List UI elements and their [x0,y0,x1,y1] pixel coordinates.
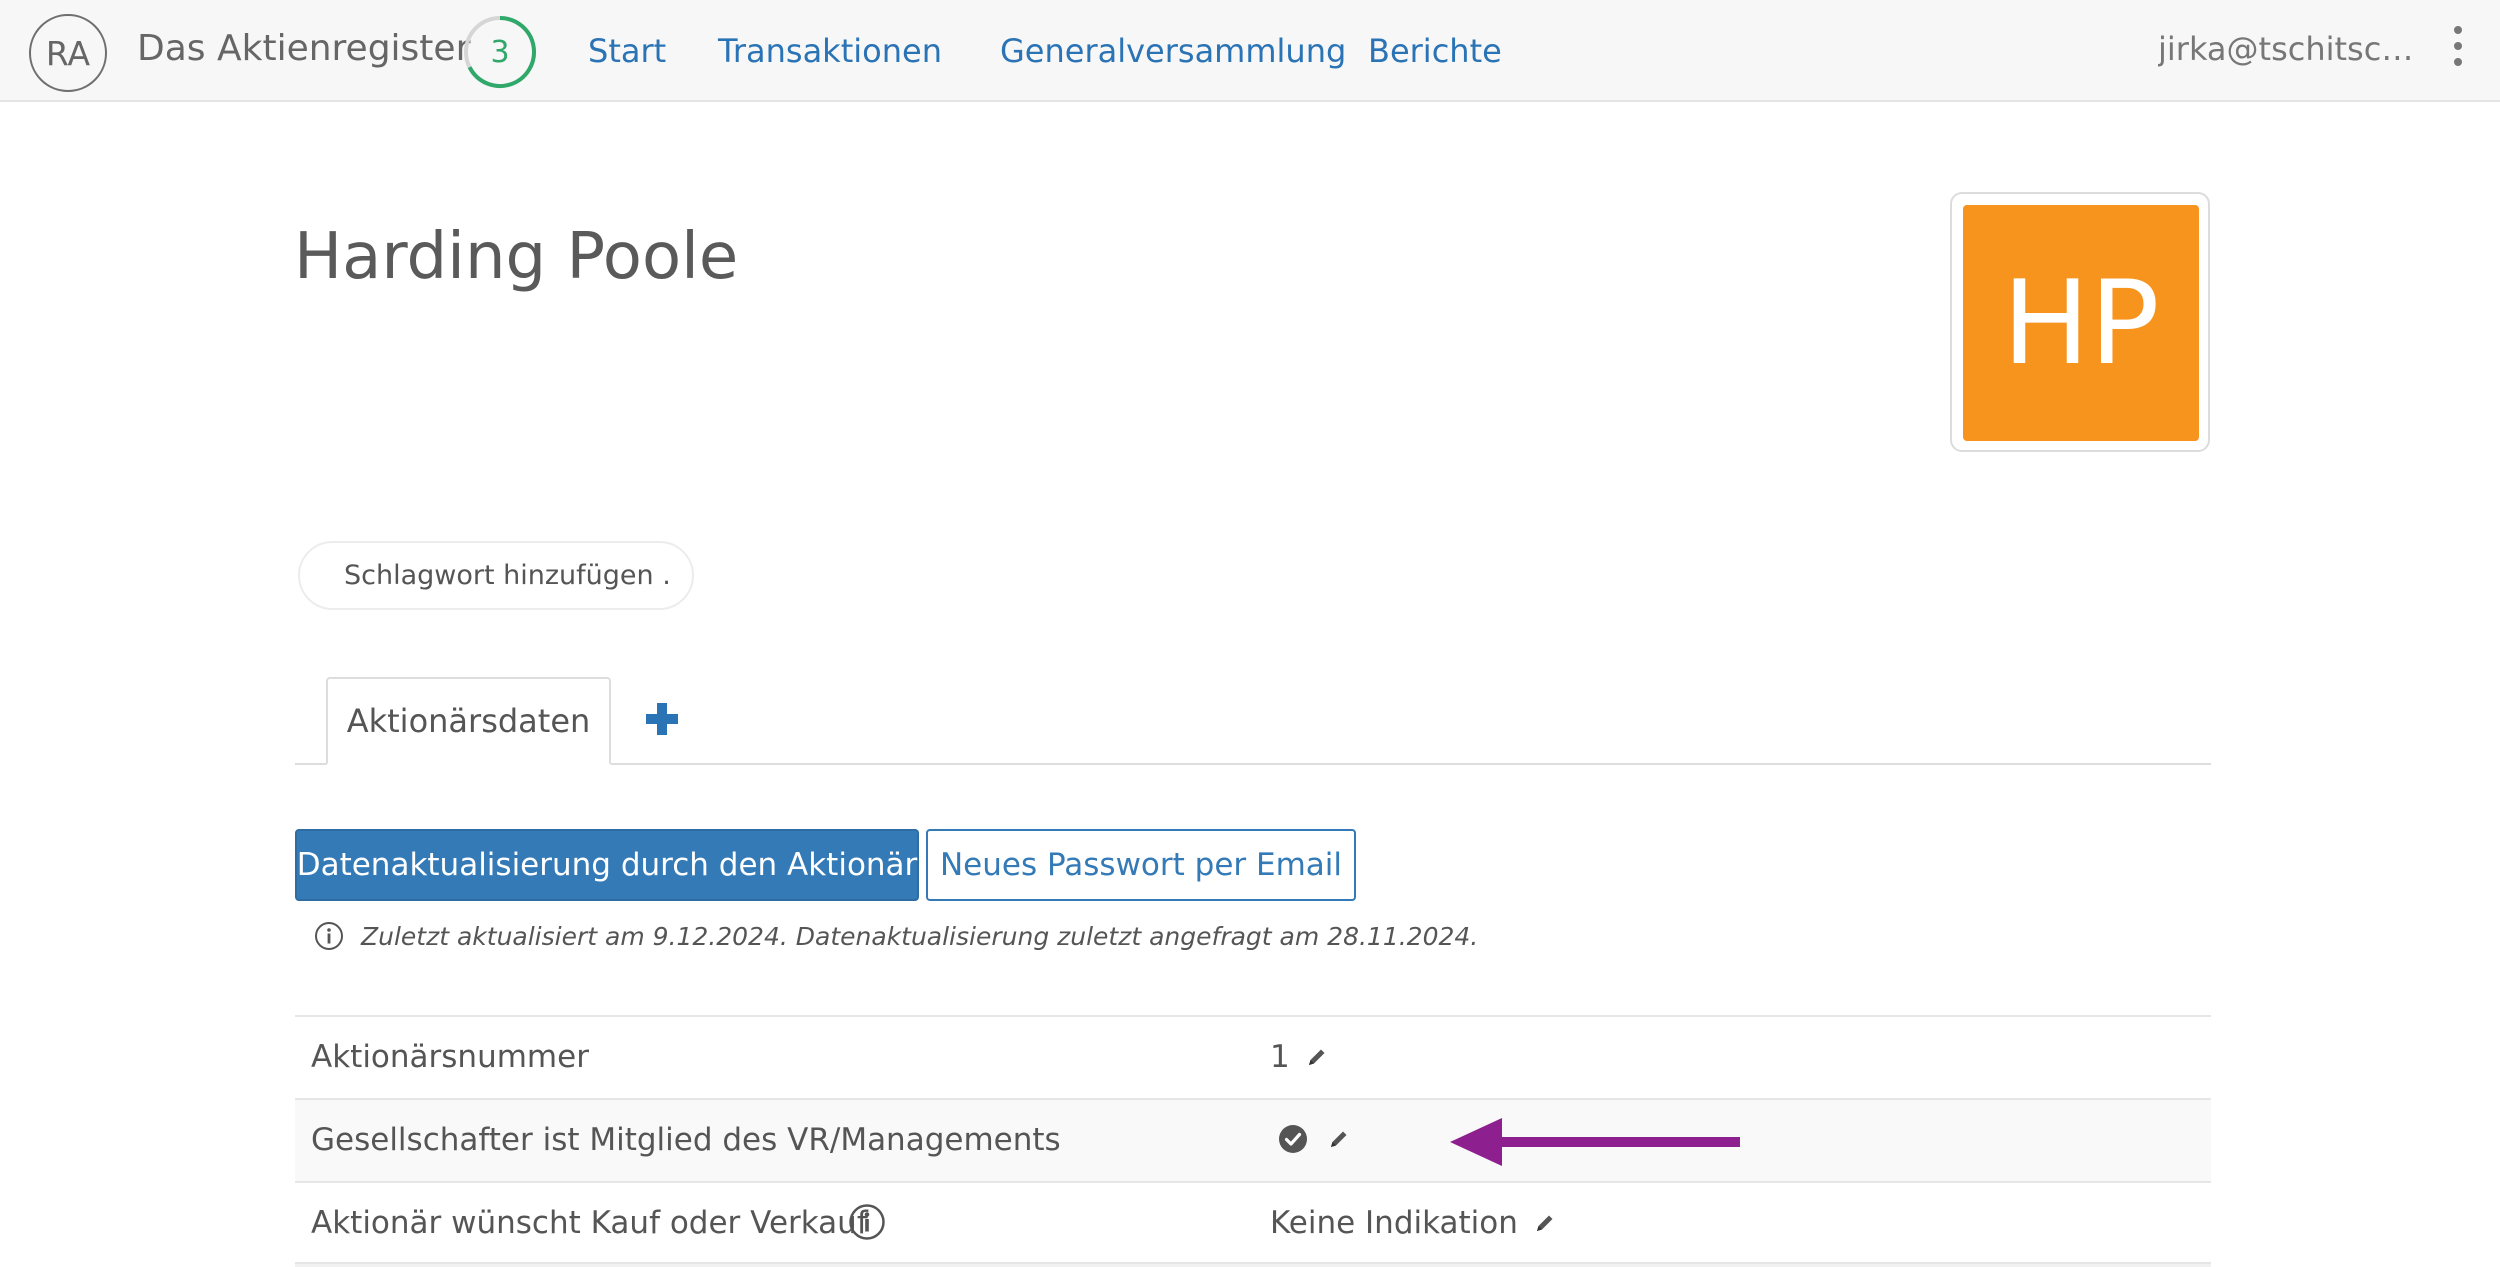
pencil-icon[interactable] [1328,1128,1350,1150]
check-circle-icon [1279,1125,1307,1153]
more-options-icon[interactable] [2448,26,2468,66]
info-icon[interactable] [848,1203,886,1241]
pencil-icon[interactable] [1534,1212,1556,1234]
nav-link-generalversammlung[interactable]: Generalversammlung [1000,32,1346,70]
table-row: Aktionär wünscht Kauf oder Verkauf Keine… [295,1181,2211,1264]
plus-icon [646,703,678,735]
nav-link-start[interactable]: Start [588,32,666,70]
row-value-vr-management [1278,1124,1350,1154]
avatar-frame[interactable]: HP [1950,192,2210,452]
arrow-left-icon [1450,1118,1740,1166]
brand-logo[interactable]: RA [29,14,107,92]
row-value-kauf-verkauf: Keine Indikation [1270,1205,1556,1241]
tab-aktionaersdaten[interactable]: Aktionärsdaten [326,677,611,765]
row-value-aktionaersnummer: 1 [1270,1039,1328,1075]
progress-indicator[interactable]: 3 [462,14,538,90]
app-name[interactable]: Das Aktienregister [137,28,470,69]
table-row: Aktionärsnummer 1 [295,1015,2211,1098]
progress-count: 3 [490,34,510,70]
request-data-update-button[interactable]: Datenaktualisierung durch den Aktionär [295,829,919,901]
avatar-initials: HP [2002,255,2160,391]
nav-link-berichte[interactable]: Berichte [1368,32,1502,70]
add-tab-button[interactable] [640,697,684,741]
row-label-vr-management: Gesellschafter ist Mitglied des VR/Manag… [311,1122,1061,1158]
info-icon [315,922,343,950]
tag-input[interactable] [298,541,694,610]
pencil-icon[interactable] [1306,1046,1328,1068]
row-value-text: Keine Indikation [1270,1205,1518,1241]
table-row: Gesellschafter ist Mitglied des VR/Manag… [295,1098,2211,1181]
user-menu-email[interactable]: jirka@tschitschereengreen.com [2158,30,2430,68]
row-label-aktionaersnummer: Aktionärsnummer [311,1039,589,1075]
send-new-password-button[interactable]: Neues Passwort per Email [926,829,1356,901]
tab-label: Aktionärsdaten [346,702,591,740]
row-label-kauf-verkauf: Aktionär wünscht Kauf oder Verkauf [311,1205,868,1241]
table-bottom-edge [295,1262,2211,1267]
page-title: Harding Poole [294,220,739,294]
last-updated-note: Zuletzt aktualisiert am 9.12.2024. Daten… [361,922,1479,951]
top-navbar: RA Das Aktienregister 3 Start Transaktio… [0,0,2500,102]
nav-link-transaktionen[interactable]: Transaktionen [718,32,942,70]
brand-logo-initials: RA [45,33,91,73]
row-value-text: 1 [1270,1039,1290,1075]
avatar: HP [1963,205,2199,441]
